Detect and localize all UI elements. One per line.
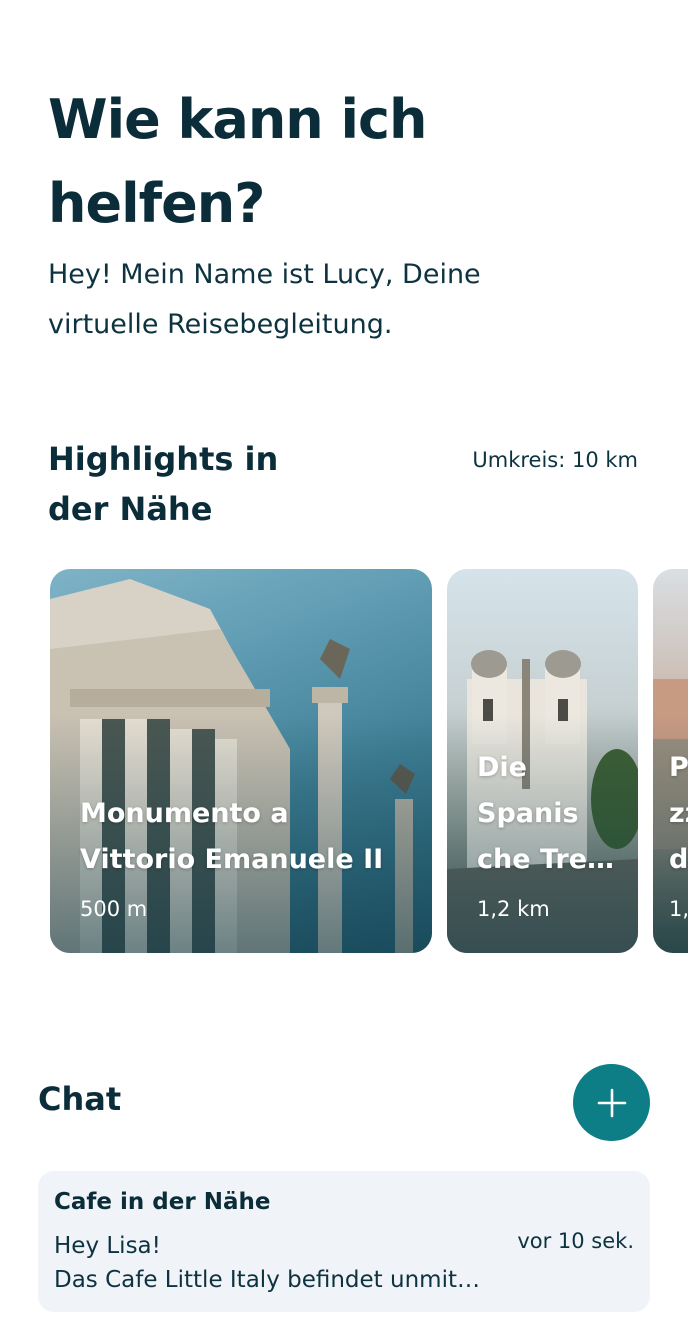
chat-item-preview-line-2: Das Cafe Little Italy befindet unmit… — [54, 1267, 480, 1293]
page-title: Wie kann ich helfen? — [48, 78, 648, 246]
radius-label[interactable]: Umkreis: 10 km — [472, 448, 638, 472]
card-title-line-3: d — [669, 844, 688, 875]
card-title-line-2: Vittorio Emanuele II — [80, 844, 384, 875]
chat-item-time: vor 10 sek. — [517, 1229, 634, 1253]
card-distance: 1,2 km — [477, 897, 550, 921]
chat-heading: Chat — [38, 1080, 122, 1118]
chat-item-title: Cafe in der Nähe — [54, 1189, 271, 1215]
card-distance: 1,7 — [669, 897, 688, 921]
intro-line-2: virtuelle Reisebegleitung. — [48, 309, 393, 340]
card-title-line-1: Monumento a — [80, 798, 289, 829]
page-title-line-1: Wie kann ich — [48, 88, 428, 151]
card-title: Monumento a Vittorio Emanuele II — [80, 791, 383, 883]
new-chat-button[interactable] — [573, 1064, 650, 1141]
card-title-line-2: Spanis — [477, 798, 579, 829]
plus-icon — [597, 1088, 626, 1117]
highlights-heading-line-2: der Nähe — [48, 490, 213, 528]
highlights-heading-line-1: Highlights in — [48, 440, 279, 478]
card-title-line-1: Die — [477, 752, 527, 783]
highlight-card-monumento[interactable]: Monumento a Vittorio Emanuele II 500 m — [50, 569, 432, 953]
chat-list-item[interactable]: Cafe in der Nähe vor 10 sek. Hey Lisa! D… — [38, 1171, 650, 1312]
card-title: Die Spanis che Tre… — [477, 745, 627, 883]
highlight-card-third[interactable]: P zz d 1,7 — [653, 569, 688, 953]
highlight-card-spanische-treppe[interactable]: Die Spanis che Tre… 1,2 km — [447, 569, 638, 953]
intro-text: Hey! Mein Name ist Lucy, Deine virtuelle… — [48, 250, 608, 350]
intro-line-1: Hey! Mein Name ist Lucy, Deine — [48, 259, 481, 290]
card-distance: 500 m — [80, 897, 148, 921]
page-title-line-2: helfen? — [48, 172, 265, 235]
chat-item-preview-line-1: Hey Lisa! — [54, 1233, 161, 1259]
highlights-heading: Highlights in der Nähe — [48, 434, 338, 534]
card-title-line-1: P — [669, 752, 688, 783]
card-title-line-3: che Tre… — [477, 844, 615, 875]
card-title: P zz d — [669, 745, 688, 883]
card-title-line-2: zz — [669, 798, 688, 829]
